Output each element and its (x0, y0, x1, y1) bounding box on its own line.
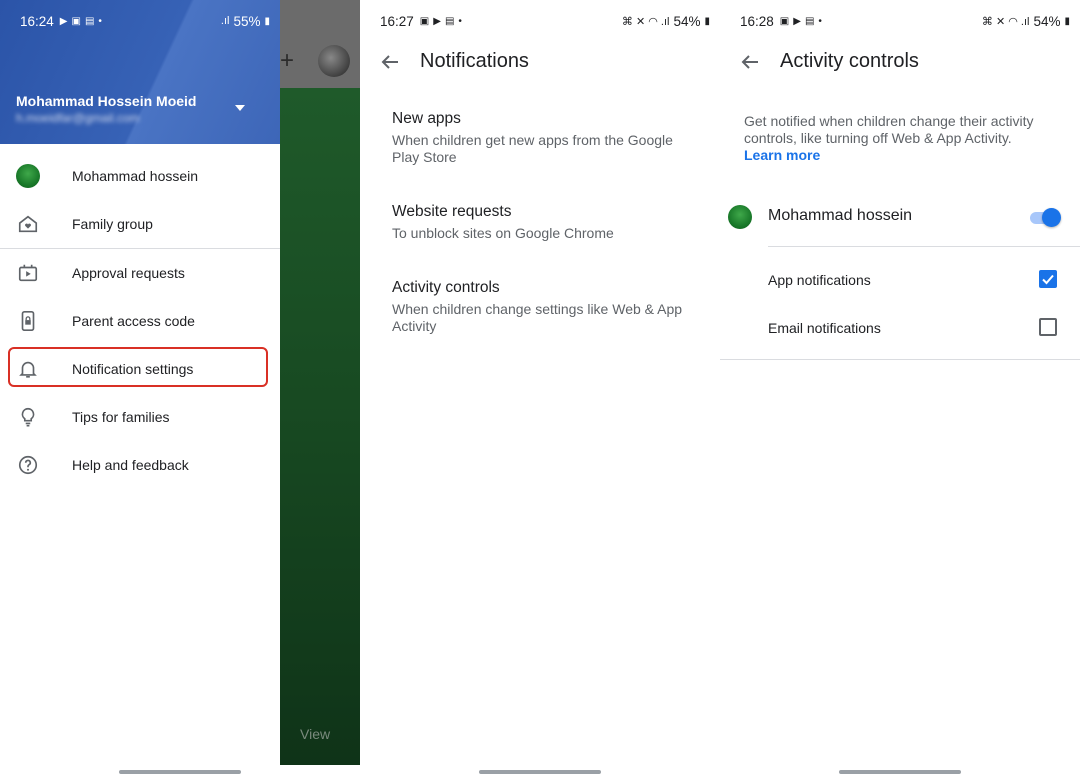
family-home-icon (16, 212, 40, 236)
item-description: To unblock sites on Google Chrome (392, 225, 614, 241)
menu-item-label: Parent access code (72, 313, 195, 329)
phone-lock-icon (16, 309, 40, 333)
highlight-box (8, 347, 268, 387)
menu-item-label: Approval requests (72, 265, 185, 281)
child-avatar-icon (728, 205, 752, 229)
signal-icon: ⌘ ✕ ◠ .ıl (621, 15, 670, 28)
notifications-screen: 16:27 ▣ ▶ ▤ • ⌘ ✕ ◠ .ıl 54% ▮ Notifications N… (360, 0, 720, 780)
help-icon (16, 453, 40, 477)
description-text: Get notified when children change their … (744, 113, 1034, 146)
child-avatar-icon (16, 164, 40, 188)
status-icons: ▣ ▶ ▤ • (779, 15, 822, 27)
status-right: ⌘ ✕ ◠ .ıl 54% ▮ (622, 14, 710, 29)
menu-item-label: Mohammad hossein (72, 168, 199, 184)
notification-item-activity-controls[interactable]: Activity controls When children change s… (392, 279, 702, 335)
profile-avatar (318, 45, 350, 77)
back-arrow-icon[interactable] (738, 50, 762, 74)
option-label: Email notifications (768, 320, 881, 336)
menu-item-approval-requests[interactable]: Approval requests (0, 249, 280, 297)
item-description: When children change settings like Web &… (392, 301, 683, 334)
menu-item-label: Help and feedback (72, 457, 189, 473)
status-icons: ▣ ▶ ▤ • (419, 15, 462, 27)
email-notifications-checkbox[interactable] (1039, 318, 1057, 336)
add-icon: + (280, 47, 295, 74)
page-title: Activity controls (780, 50, 919, 72)
section-divider (720, 359, 1080, 360)
menu-item-parent-access-code[interactable]: Parent access code (0, 297, 280, 345)
status-time: 16:28 (740, 13, 774, 29)
account-email: h.moeidfar@gmail.com (16, 111, 140, 125)
gesture-bar (479, 770, 601, 774)
app-notifications-checkbox[interactable] (1039, 270, 1057, 288)
status-time: 16:24 (20, 13, 54, 29)
drawer-header: 16:24 ▶ ▣ ▤ • .ıl 55% ▮ Mohammad Hossein Moei… (0, 0, 280, 144)
learn-more-link[interactable]: Learn more (744, 147, 820, 163)
gesture-bar (119, 770, 241, 774)
app-bar: Activity controls (720, 44, 1080, 80)
child-name: Mohammad hossein (768, 207, 913, 224)
battery-level: 54% (673, 13, 701, 29)
item-description: When children get new apps from the Goog… (392, 132, 673, 165)
item-title: Website requests (392, 203, 512, 220)
battery-icon: ▮ (704, 15, 710, 27)
account-name: Mohammad Hossein Moeid (16, 93, 197, 109)
activity-controls-screen: 16:28 ▣ ▶ ▤ • ⌘ ✕ ◠ .ıl 54% ▮ Activity contro… (720, 0, 1080, 780)
status-bar: 16:28 ▣ ▶ ▤ • ⌘ ✕ ◠ .ıl 54% ▮ (740, 12, 1070, 30)
item-title: New apps (392, 110, 461, 127)
battery-level: 54% (1033, 13, 1061, 29)
menu-item-child[interactable]: Mohammad hossein (0, 152, 280, 200)
notification-item-website-requests[interactable]: Website requests To unblock sites on Goo… (392, 203, 702, 242)
gesture-bar (839, 770, 961, 774)
signal-icon: .ıl (220, 15, 230, 27)
status-bar: 16:27 ▣ ▶ ▤ • ⌘ ✕ ◠ .ıl 54% ▮ (380, 12, 710, 30)
page-title: Notifications (420, 50, 529, 72)
menu-item-help-feedback[interactable]: Help and feedback (0, 441, 280, 489)
menu-item-tips-for-families[interactable]: Tips for families (0, 393, 280, 441)
battery-icon: ▮ (264, 15, 270, 27)
menu-item-family-group[interactable]: Family group (0, 200, 280, 248)
drawer-screen: + View 16:24 ▶ ▣ ▤ • .ıl 55% ▮ Mohammad Hosse… (0, 0, 360, 780)
child-row: Mohammad hossein (720, 200, 1080, 234)
menu-item-label: Tips for families (72, 409, 170, 425)
app-bar: Notifications (360, 44, 720, 80)
option-app-notifications: App notifications (768, 265, 1068, 295)
status-bar: 16:24 ▶ ▣ ▤ • .ıl 55% ▮ (20, 12, 270, 30)
signal-icon: ⌘ ✕ ◠ .ıl (981, 15, 1030, 28)
view-link: View (300, 726, 331, 742)
approval-icon (16, 261, 40, 285)
menu-item-label: Family group (72, 216, 153, 232)
back-arrow-icon[interactable] (378, 50, 402, 74)
background-content: + View (280, 0, 360, 765)
row-divider (768, 246, 1080, 247)
status-time: 16:27 (380, 13, 414, 29)
status-icons: ▶ ▣ ▤ • (59, 15, 102, 27)
toggle-thumb (1042, 208, 1061, 227)
account-switcher-icon[interactable] (235, 105, 245, 111)
status-right: ⌘ ✕ ◠ .ıl 54% ▮ (982, 14, 1070, 29)
child-toggle[interactable] (1028, 207, 1061, 227)
battery-icon: ▮ (1064, 15, 1070, 27)
battery-level: 55% (233, 13, 261, 29)
navigation-drawer: 16:24 ▶ ▣ ▤ • .ıl 55% ▮ Mohammad Hossein Moei… (0, 0, 280, 780)
lightbulb-icon (16, 405, 40, 429)
option-label: App notifications (768, 272, 871, 288)
option-email-notifications: Email notifications (768, 313, 1068, 343)
item-title: Activity controls (392, 279, 500, 296)
notification-item-new-apps[interactable]: New apps When children get new apps from… (392, 110, 702, 166)
status-right: .ıl 55% ▮ (221, 14, 270, 29)
